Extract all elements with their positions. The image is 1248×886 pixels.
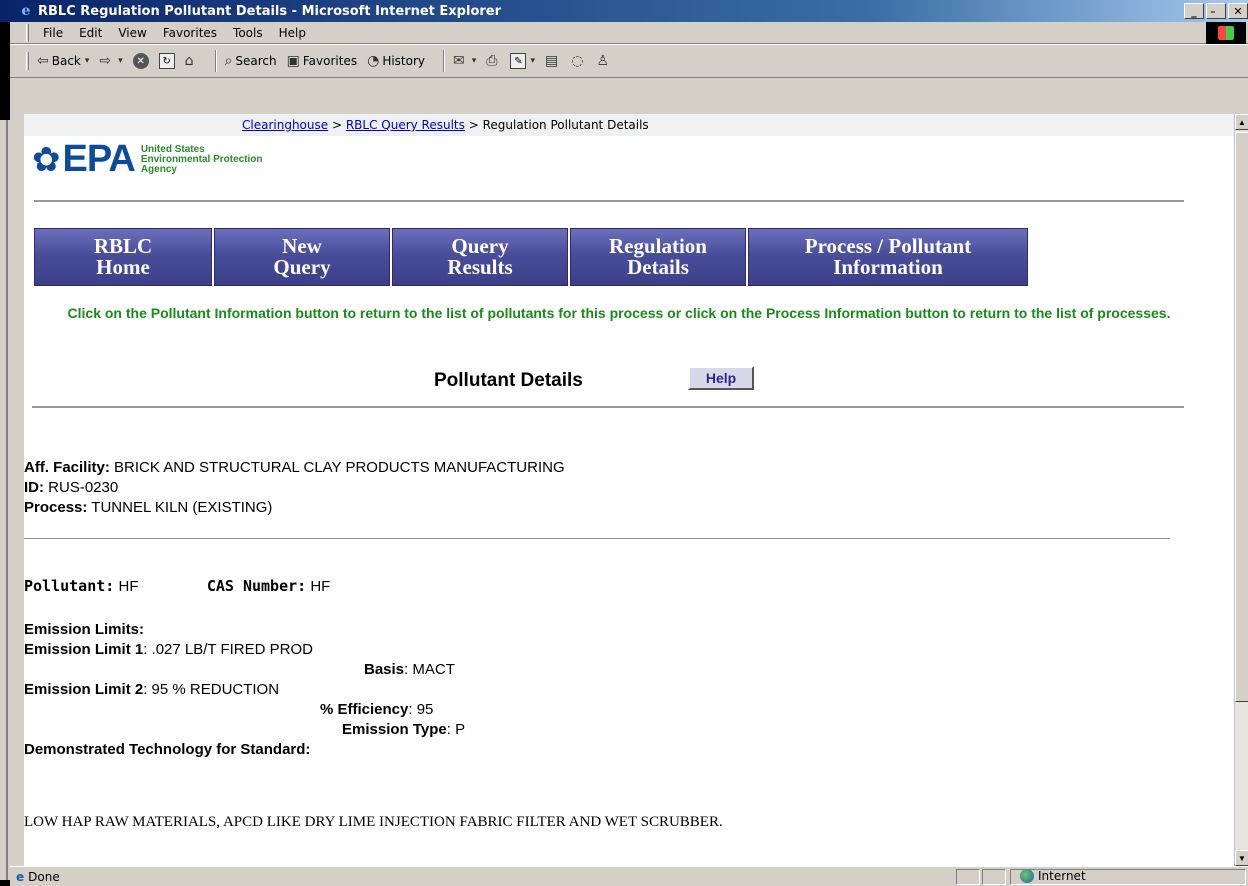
chevron-down-icon[interactable]: ▾ (85, 56, 90, 66)
browser-window: e RBLC Regulation Pollutant Details - Mi… (0, 0, 1248, 886)
menu-favorites[interactable]: Favorites (157, 26, 227, 40)
process-pollutant-info-button[interactable]: Process / Pollutant Information (748, 228, 1028, 286)
scroll-down-icon[interactable]: ▼ (1235, 850, 1248, 866)
breadcrumb-current: Regulation Pollutant Details (482, 118, 649, 132)
title-bar: e RBLC Regulation Pollutant Details - Mi… (0, 0, 1248, 22)
back-arrow-icon: ⇦ (37, 53, 49, 69)
facility-info: Aff. Facility: BRICK AND STRUCTURAL CLAY… (24, 459, 565, 516)
menu-help[interactable]: Help (273, 26, 316, 40)
limit2-value: : 95 % REDUCTION (143, 681, 280, 698)
cas-value: HF (310, 578, 331, 595)
page-title: Pollutant Details (434, 370, 583, 391)
forward-button[interactable]: ⇨ ▾ (99, 53, 122, 69)
breadcrumb-query-results-link[interactable]: RBLC Query Results (346, 118, 465, 132)
scroll-thumb[interactable] (1235, 132, 1248, 702)
chevron-down-icon[interactable]: ▾ (118, 56, 123, 66)
divider (32, 406, 1184, 408)
minimize-button[interactable]: _ (1184, 3, 1204, 19)
toolbar-grip[interactable] (26, 23, 29, 42)
messenger-icon: ♙ (596, 53, 610, 69)
stop-button[interactable]: ✕ (132, 53, 149, 69)
instruction-note: Click on the Pollutant Information butto… (67, 305, 1171, 321)
toolbar-grip[interactable] (26, 52, 29, 70)
document-icon: ▤ (545, 53, 559, 69)
pollutant-row: Pollutant: HF CAS Number: HF (24, 577, 331, 595)
stop-icon: ✕ (132, 53, 149, 69)
globe-icon (1020, 869, 1034, 883)
maximize-button[interactable]: ̵ (1206, 3, 1226, 19)
rblc-home-button[interactable]: RBLC Home (34, 228, 212, 286)
ie-logo-icon: e (21, 3, 31, 19)
menu-edit[interactable]: Edit (73, 26, 112, 40)
divider (34, 200, 1184, 202)
back-button[interactable]: ⇦ Back ▾ (37, 53, 89, 69)
page-content: Clearinghouse > RBLC Query Results > Reg… (24, 114, 1238, 866)
security-zone: Internet (1020, 869, 1086, 883)
mail-button[interactable]: ✉ ▾ (453, 53, 476, 69)
demonstrated-technology-text: LOW HAP RAW MATERIALS, APCD LIKE DRY LIM… (24, 814, 723, 830)
nav-buttons: RBLC Home New Query Query Results Regula… (34, 228, 1028, 286)
history-icon: ◔ (367, 53, 380, 69)
menu-view[interactable]: View (112, 26, 156, 40)
process-value: TUNNEL KILN (EXISTING) (91, 499, 273, 516)
messenger-button[interactable]: ♙ (596, 53, 612, 69)
new-query-button[interactable]: New Query (214, 228, 390, 286)
home-button[interactable]: ⌂ (185, 53, 197, 69)
limit1-value: : .027 LB/T FIRED PROD (143, 641, 313, 658)
left-gutter (10, 114, 24, 866)
history-button[interactable]: ◔ History (367, 53, 425, 69)
windows-logo-icon (1206, 22, 1246, 44)
search-button[interactable]: ⌕ Search (225, 53, 277, 69)
scroll-up-icon[interactable]: ▲ (1235, 114, 1248, 130)
search-icon: ⌕ (224, 53, 233, 69)
refresh-icon: ↻ (158, 53, 175, 69)
regulation-details-button[interactable]: Regulation Details (570, 228, 746, 286)
page-icon: e (16, 869, 25, 884)
pollutant-value: HF (118, 578, 139, 595)
vertical-scrollbar[interactable]: ▲ ▼ (1234, 114, 1248, 866)
chevron-down-icon[interactable]: ▾ (472, 56, 477, 66)
document-button[interactable]: ▤ (545, 53, 561, 69)
discuss-icon: ◌ (571, 53, 584, 69)
emission-type-value: : P (446, 721, 466, 738)
help-button[interactable]: Help (688, 366, 754, 390)
mail-icon: ✉ (453, 53, 465, 69)
status-bar: e Done Internet (10, 866, 1248, 886)
epa-flower-icon: ✿ (32, 140, 61, 179)
epa-logo[interactable]: ✿ EPA United States Environmental Protec… (32, 138, 263, 181)
window-controls: _ ̵ ✕ (1184, 3, 1248, 19)
edit-button[interactable]: ✎ ▾ (510, 53, 535, 69)
close-button[interactable]: ✕ (1228, 3, 1248, 19)
print-icon: ⎙ (486, 53, 498, 69)
emission-limits: Emission Limits: Emission Limit 1: .027 … (24, 621, 466, 758)
home-icon: ⌂ (184, 53, 194, 69)
menu-tools[interactable]: Tools (227, 26, 273, 40)
left-frame (0, 22, 10, 886)
forward-arrow-icon: ⇨ (99, 53, 112, 69)
menu-file[interactable]: File (37, 26, 73, 40)
refresh-button[interactable]: ↻ (158, 53, 175, 69)
window-title: RBLC Regulation Pollutant Details - Micr… (38, 3, 502, 19)
favorites-button[interactable]: ▣ Favorites (287, 53, 357, 69)
favorites-icon: ▣ (286, 53, 300, 69)
divider (24, 538, 1170, 539)
aff-facility-value: BRICK AND STRUCTURAL CLAY PRODUCTS MANUF… (114, 459, 565, 476)
efficiency-value: : 95 (408, 701, 434, 718)
chevron-down-icon[interactable]: ▾ (530, 56, 535, 66)
query-results-button[interactable]: Query Results (392, 228, 568, 286)
breadcrumb-clearinghouse-link[interactable]: Clearinghouse (242, 118, 328, 132)
edit-icon: ✎ (510, 53, 527, 69)
status-text: Done (28, 869, 60, 884)
id-value: RUS-0230 (48, 479, 119, 496)
print-button[interactable]: ⎙ (486, 53, 500, 69)
menu-bar: File Edit View Favorites Tools Help (10, 22, 1248, 44)
basis-value: : MACT (404, 661, 455, 678)
breadcrumb: Clearinghouse > RBLC Query Results > Reg… (24, 114, 1238, 136)
standard-toolbar: ⇦ Back ▾ ⇨ ▾ ✕ ↻ ⌂ ⌕ Search ▣ Favorites … (10, 44, 1248, 78)
discuss-button[interactable]: ◌ (571, 53, 586, 69)
